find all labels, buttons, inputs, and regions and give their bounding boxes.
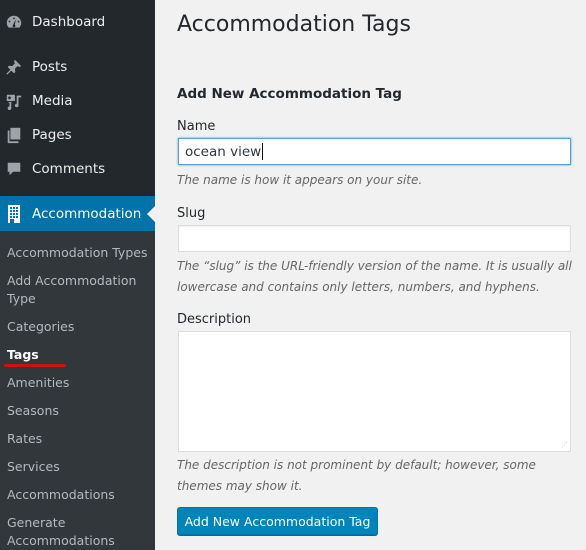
sidebar-item-posts[interactable]: Posts [0, 50, 155, 84]
page-title: Accommodation Tags [177, 12, 411, 37]
pages-icon [4, 125, 24, 145]
sidebar-item-pages[interactable]: Pages [0, 118, 155, 152]
submenu-item-amenities[interactable]: Amenities [7, 374, 152, 392]
add-new-tag-button[interactable]: Add New Accommodation Tag [177, 507, 378, 535]
name-help-text: The name is how it appears on your site. [177, 173, 423, 187]
red-underline-annotation [4, 364, 66, 367]
slug-label: Slug [177, 206, 206, 221]
sidebar-item-label: Media [32, 93, 73, 109]
submenu-item-services[interactable]: Services [7, 458, 152, 476]
submenu-item-seasons[interactable]: Seasons [7, 402, 152, 420]
sidebar-item-label: Posts [32, 59, 68, 75]
sidebar-item-label: Dashboard [32, 14, 106, 30]
text-caret [262, 143, 264, 160]
description-textarea[interactable]: ⋰ [178, 331, 571, 452]
main-content: Accommodation Tags Add New Accommodation… [155, 0, 586, 550]
submenu-item-generate-accommodations[interactable]: Generate Accommodations [7, 514, 152, 550]
submenu-item-add-accommodation-type[interactable]: Add Accommodation Type [7, 272, 152, 308]
admin-sidebar: Dashboard Posts Media Pages Comments Acc… [0, 0, 155, 550]
sidebar-item-dashboard[interactable]: Dashboard [0, 5, 155, 39]
submenu-item-rates[interactable]: Rates [7, 430, 152, 448]
form-heading: Add New Accommodation Tag [177, 86, 402, 102]
name-label: Name [177, 119, 216, 134]
name-input-value: ocean view [185, 143, 262, 160]
description-label: Description [177, 312, 252, 327]
submenu-item-categories[interactable]: Categories [7, 318, 152, 336]
media-icon [4, 91, 24, 111]
submenu-item-accommodations[interactable]: Accommodations [7, 486, 152, 504]
comment-icon [4, 159, 24, 179]
submenu-item-accommodation-types[interactable]: Accommodation Types [7, 244, 152, 262]
active-menu-arrow [147, 206, 155, 222]
submenu-item-tags[interactable]: Tags [7, 346, 152, 364]
slug-input[interactable] [178, 225, 571, 252]
description-help-text: The description is not prominent by defa… [177, 458, 536, 493]
sidebar-item-label: Accommodation [32, 206, 142, 222]
sidebar-item-label: Comments [32, 161, 106, 177]
pin-icon [4, 57, 24, 77]
slug-help-text: The “slug” is the URL-friendly version o… [177, 259, 572, 294]
sidebar-item-media[interactable]: Media [0, 84, 155, 118]
dashboard-icon [4, 12, 24, 32]
building-icon [4, 204, 24, 224]
sidebar-item-accommodation[interactable]: Accommodation [0, 196, 155, 232]
resize-handle-icon[interactable]: ⋰ [561, 442, 568, 449]
sidebar-item-comments[interactable]: Comments [0, 152, 155, 186]
name-input[interactable]: ocean view [178, 138, 571, 165]
sidebar-item-label: Pages [32, 127, 72, 143]
